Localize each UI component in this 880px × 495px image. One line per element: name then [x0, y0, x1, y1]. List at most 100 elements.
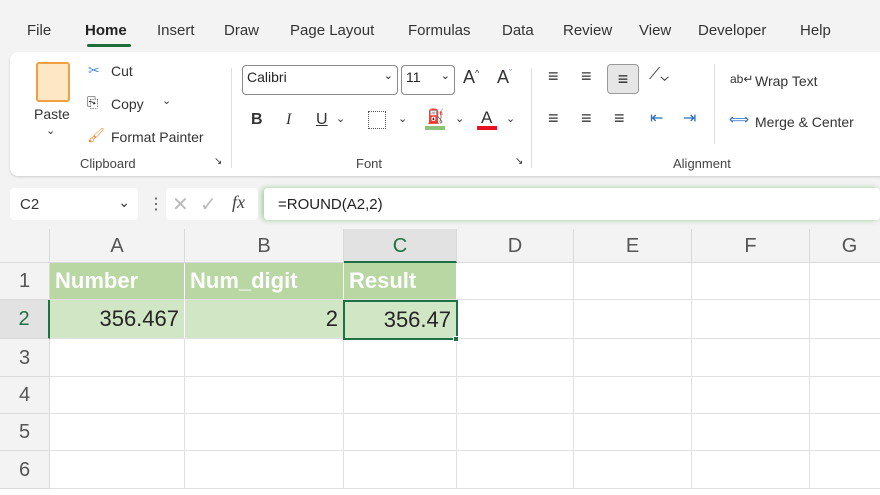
name-box[interactable]: C2 ⌄ — [10, 188, 138, 220]
fill-color-dropdown-icon[interactable]: ⌄ — [455, 112, 464, 125]
cell[interactable] — [574, 263, 692, 300]
cell[interactable] — [574, 377, 692, 414]
increase-font-size-icon[interactable]: A^ — [463, 67, 479, 88]
cancel-icon[interactable]: ✕ — [172, 192, 189, 217]
cell[interactable] — [810, 339, 880, 377]
cell[interactable] — [692, 339, 810, 377]
cell[interactable] — [810, 377, 880, 414]
tab-file[interactable]: File — [27, 22, 51, 39]
row-header-5[interactable]: 5 — [0, 414, 50, 451]
cut-button[interactable]: Cut — [111, 63, 133, 79]
enter-icon[interactable]: ✓ — [200, 192, 217, 217]
align-center-icon[interactable]: ≡ — [581, 108, 592, 129]
cell[interactable] — [50, 414, 185, 451]
cell[interactable] — [692, 300, 810, 339]
increase-indent-icon[interactable]: ⇥ — [683, 108, 696, 128]
cell[interactable] — [50, 451, 185, 489]
clipboard-launcher-icon[interactable]: ↘ — [214, 156, 222, 167]
row-header-2[interactable]: 2 — [0, 300, 50, 339]
tab-developer[interactable]: Developer — [698, 22, 766, 39]
tab-page-layout[interactable]: Page Layout — [290, 22, 374, 39]
row-header-4[interactable]: 4 — [0, 377, 50, 414]
cell[interactable] — [457, 263, 574, 300]
tab-draw[interactable]: Draw — [224, 22, 259, 39]
borders-dropdown-icon[interactable]: ⌄ — [398, 112, 407, 125]
cell[interactable] — [457, 300, 574, 339]
cell[interactable] — [810, 300, 880, 339]
format-painter-button[interactable]: Format Painter — [111, 129, 204, 145]
merge-center-button[interactable]: Merge & Center — [755, 114, 854, 130]
cell[interactable] — [574, 451, 692, 489]
column-header-G[interactable]: G — [810, 229, 880, 263]
italic-button[interactable]: I — [286, 111, 291, 129]
tab-help[interactable]: Help — [800, 22, 831, 39]
tab-view[interactable]: View — [639, 22, 671, 39]
font-launcher-icon[interactable]: ↘ — [515, 156, 523, 167]
column-header-A[interactable]: A — [50, 229, 185, 263]
column-header-F[interactable]: F — [692, 229, 810, 263]
align-top-icon[interactable]: ≡ — [548, 66, 559, 87]
cell[interactable] — [185, 339, 344, 377]
underline-dropdown-icon[interactable]: ⌄ — [336, 112, 345, 125]
cell[interactable] — [574, 300, 692, 339]
tab-review[interactable]: Review — [563, 22, 612, 39]
cell[interactable] — [457, 414, 574, 451]
cell[interactable] — [50, 339, 185, 377]
column-header-B[interactable]: B — [185, 229, 344, 263]
paste-button[interactable]: Paste — [34, 106, 70, 122]
font-name-select[interactable]: Calibri ⌄ — [242, 65, 398, 95]
tab-home[interactable]: Home — [85, 22, 127, 39]
align-left-icon[interactable]: ≡ — [548, 108, 559, 129]
row-header-6[interactable]: 6 — [0, 451, 50, 489]
cell-B1[interactable]: Num_digit — [185, 263, 344, 300]
wrap-text-button[interactable]: Wrap Text — [755, 73, 818, 89]
cell[interactable] — [344, 339, 457, 377]
cell[interactable] — [692, 414, 810, 451]
cell[interactable] — [692, 451, 810, 489]
cell[interactable] — [810, 414, 880, 451]
more-options-icon[interactable]: ⋮ — [148, 194, 164, 214]
cell-A2[interactable]: 356.467 — [50, 300, 185, 339]
tab-insert[interactable]: Insert — [157, 22, 195, 39]
column-header-D[interactable]: D — [457, 229, 574, 263]
cell[interactable] — [574, 339, 692, 377]
cell-B2[interactable]: 2 — [185, 300, 344, 339]
paste-dropdown-icon[interactable]: ⌄ — [46, 124, 55, 137]
copy-dropdown-icon[interactable]: ⌄ — [162, 94, 171, 107]
decrease-font-size-icon[interactable]: Aˇ — [497, 67, 512, 88]
cell[interactable] — [344, 414, 457, 451]
cell[interactable] — [185, 377, 344, 414]
font-color-icon[interactable]: A — [481, 108, 492, 128]
font-color-dropdown-icon[interactable]: ⌄ — [506, 112, 515, 125]
column-header-E[interactable]: E — [574, 229, 692, 263]
align-middle-icon[interactable]: ≡ — [581, 66, 592, 87]
cell[interactable] — [692, 263, 810, 300]
cell[interactable] — [344, 377, 457, 414]
cell[interactable] — [574, 414, 692, 451]
align-right-icon[interactable]: ≡ — [614, 108, 625, 129]
cell[interactable] — [457, 451, 574, 489]
cell[interactable] — [185, 414, 344, 451]
copy-button[interactable]: Copy — [111, 96, 144, 112]
cell[interactable] — [810, 263, 880, 300]
cell[interactable] — [457, 339, 574, 377]
decrease-indent-icon[interactable]: ⇤ — [650, 108, 663, 128]
formula-input[interactable]: =ROUND(A2,2) — [264, 188, 880, 220]
fill-handle[interactable] — [453, 336, 459, 342]
row-header-1[interactable]: 1 — [0, 263, 50, 300]
row-header-3[interactable]: 3 — [0, 339, 50, 377]
fill-color-icon[interactable]: ⛽ — [427, 108, 444, 125]
cell[interactable] — [692, 377, 810, 414]
tab-formulas[interactable]: Formulas — [408, 22, 471, 39]
cell-C1[interactable]: Result — [344, 263, 457, 300]
paste-icon[interactable] — [36, 62, 70, 102]
column-header-C[interactable]: C — [344, 229, 457, 263]
align-bottom-icon[interactable]: ≡ — [607, 64, 639, 94]
bold-button[interactable]: B — [251, 111, 263, 129]
cell[interactable] — [50, 377, 185, 414]
cell[interactable] — [457, 377, 574, 414]
borders-icon[interactable] — [368, 111, 386, 129]
select-all-button[interactable] — [0, 229, 50, 263]
cell[interactable] — [185, 451, 344, 489]
tab-data[interactable]: Data — [502, 22, 534, 39]
